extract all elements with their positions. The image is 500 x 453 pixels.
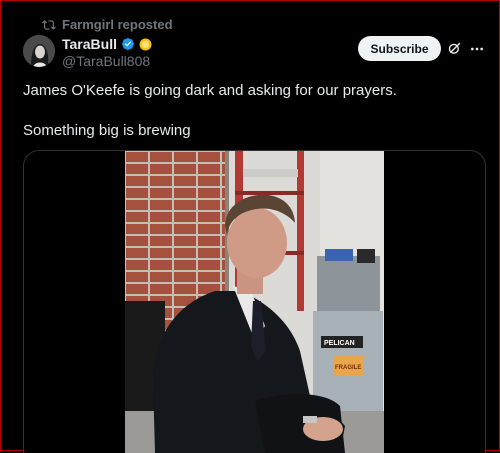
tweet-card: Farmgirl reposted TaraBull @TaraBull808 …: [0, 0, 500, 453]
video-player[interactable]: PELICAN FRAGILE: [125, 151, 384, 453]
avatar[interactable]: [23, 35, 55, 67]
gold-badge-icon: [139, 38, 152, 50]
repost-label: Farmgirl reposted: [62, 17, 173, 32]
tweet-line: James O'Keefe is going dark and asking f…: [23, 82, 397, 99]
display-name[interactable]: TaraBull: [62, 36, 117, 52]
case-label: PELICAN: [324, 340, 355, 347]
grok-icon[interactable]: [447, 41, 462, 56]
tweet-line: Something big is brewing: [23, 122, 191, 139]
more-icon[interactable]: [469, 41, 485, 57]
fragile-sticker: FRAGILE: [335, 365, 361, 371]
tweet-text: James O'Keefe is going dark and asking f…: [23, 81, 483, 141]
media-container[interactable]: PELICAN FRAGILE: [23, 150, 486, 453]
verified-badge-icon: [122, 38, 134, 50]
video-frame: PELICAN FRAGILE: [125, 151, 384, 453]
repost-icon: [42, 19, 56, 30]
author-name-row[interactable]: TaraBull: [62, 36, 152, 52]
repost-banner[interactable]: Farmgirl reposted: [42, 17, 173, 32]
author-handle[interactable]: @TaraBull808: [62, 53, 150, 69]
avatar-image: [23, 35, 55, 67]
subscribe-button[interactable]: Subscribe: [358, 36, 441, 61]
